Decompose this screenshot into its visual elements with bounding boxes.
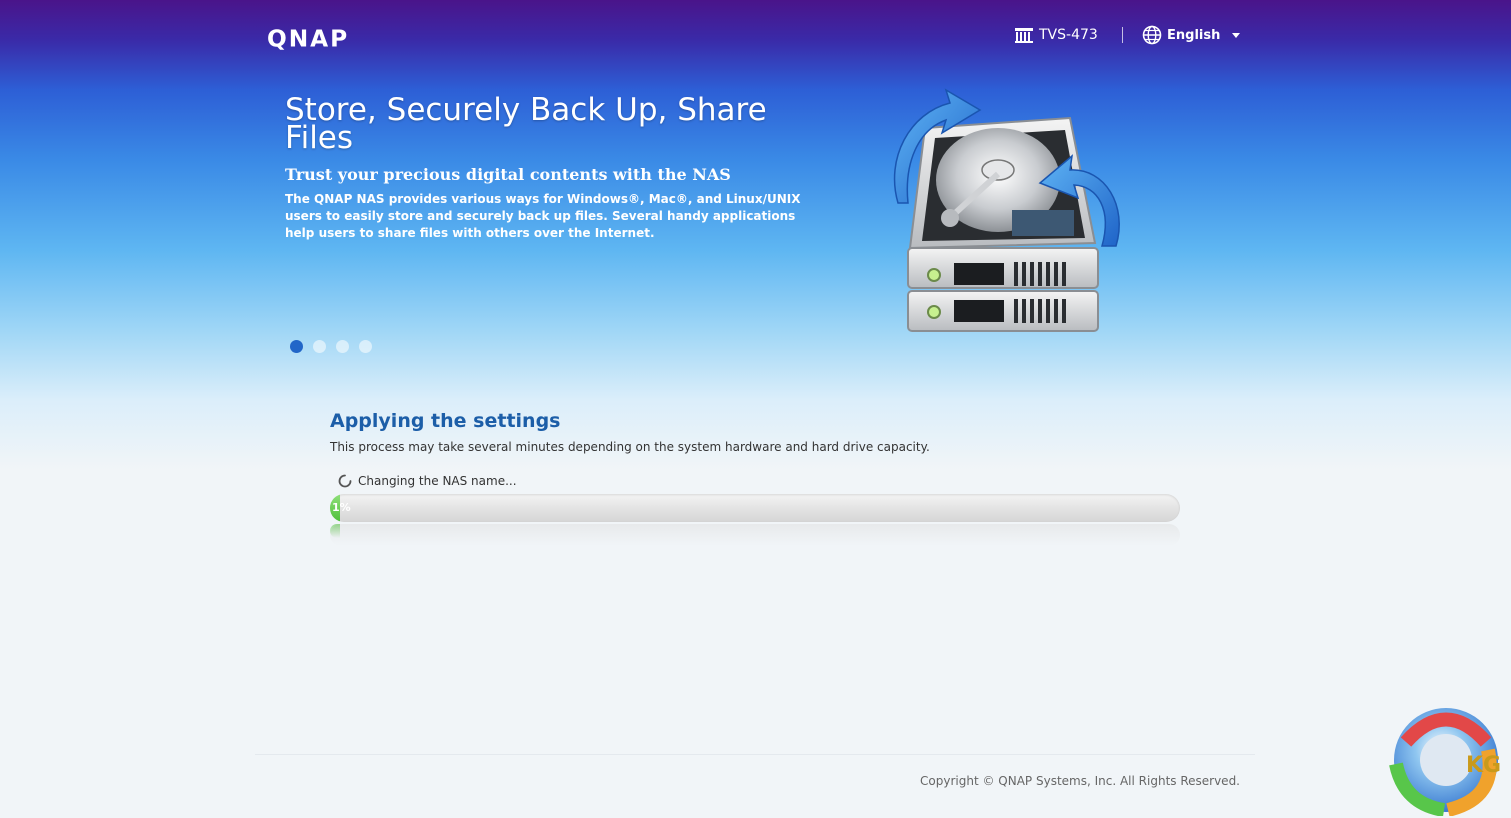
language-label: English	[1167, 27, 1221, 43]
carousel-dot[interactable]	[336, 340, 349, 353]
qnap-logo[interactable]: QNAP	[267, 26, 364, 50]
chevron-down-icon	[1232, 32, 1241, 38]
carousel-dot[interactable]	[359, 340, 372, 353]
progress-status-text: Changing the NAS name...	[358, 474, 517, 488]
carousel-dot[interactable]	[313, 340, 326, 353]
hard-drive-backup-icon	[893, 88, 1120, 332]
hero-subheadline: Trust your precious digital contents wit…	[285, 165, 731, 184]
model-name: TVS-473	[1039, 27, 1098, 43]
hero-banner: QNAP TVS-473 English Store, Securely Bac…	[0, 0, 1511, 470]
kg-watermark-logo: KG	[1389, 708, 1501, 816]
progress-reflection-fill	[330, 524, 340, 538]
language-selector[interactable]: English	[1142, 24, 1241, 46]
footer-divider	[255, 754, 1255, 755]
hero-headline: Store, Securely Back Up, Share Files	[285, 92, 767, 156]
progress-bar-reflection	[330, 524, 1180, 546]
svg-text:QNAP: QNAP	[267, 26, 349, 50]
loading-spinner-icon	[338, 474, 352, 488]
carousel-pager	[290, 340, 372, 353]
copyright-text: Copyright © QNAP Systems, Inc. All Right…	[920, 774, 1240, 788]
nas-device-icon	[1015, 28, 1033, 43]
progress-percent: 1%	[332, 501, 351, 514]
svg-text:KG: KG	[1466, 753, 1501, 778]
hero-description: The QNAP NAS provides various ways for W…	[285, 192, 801, 240]
carousel-dot[interactable]	[290, 340, 303, 353]
progress-status: Changing the NAS name...	[338, 474, 517, 488]
progress-note: This process may take several minutes de…	[330, 440, 930, 454]
model-indicator: TVS-473	[1014, 24, 1098, 46]
page-title: Applying the settings	[330, 410, 561, 432]
header-divider	[1122, 27, 1123, 43]
progress-bar: 1%	[330, 494, 1180, 522]
globe-icon	[1142, 25, 1162, 45]
